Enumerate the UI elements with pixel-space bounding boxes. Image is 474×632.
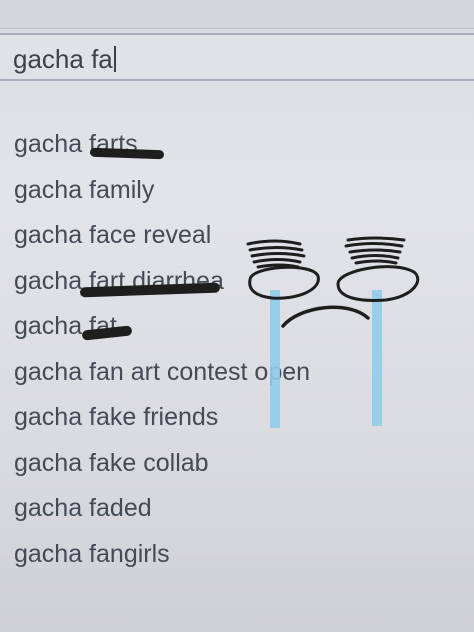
search-input[interactable]: gacha fa: [0, 33, 474, 81]
suggestion-item[interactable]: gacha farts: [0, 130, 474, 176]
search-query-text: gacha fa: [13, 44, 116, 75]
text-cursor: [113, 46, 116, 72]
suggestion-label: gacha fangirls: [14, 539, 170, 568]
suggestion-item[interactable]: gacha fat: [0, 312, 474, 358]
suggestion-label: gacha family: [14, 175, 155, 204]
suggestion-list: gacha farts gacha family gacha face reve…: [0, 130, 474, 585]
suggestion-item[interactable]: gacha fan art contest open: [0, 358, 474, 404]
suggestion-item[interactable]: gacha fake friends: [0, 403, 474, 449]
suggestion-item[interactable]: gacha fangirls: [0, 540, 474, 586]
top-bar: [0, 0, 474, 29]
suggestion-item[interactable]: gacha fart diarrhea: [0, 267, 474, 313]
search-query-value: gacha fa: [13, 44, 113, 74]
suggestion-item[interactable]: gacha faded: [0, 494, 474, 540]
suggestion-label: gacha fake collab: [14, 448, 209, 477]
suggestion-label: gacha face reveal: [14, 221, 212, 249]
suggestion-item[interactable]: gacha fake collab: [0, 449, 474, 495]
suggestion-label: gacha fan art contest open: [14, 357, 311, 386]
suggestion-item[interactable]: gacha family: [0, 176, 474, 222]
suggestion-label: gacha fake friends: [14, 403, 219, 431]
suggestion-label: gacha faded: [14, 494, 152, 522]
suggestion-item[interactable]: gacha face reveal: [0, 221, 474, 267]
